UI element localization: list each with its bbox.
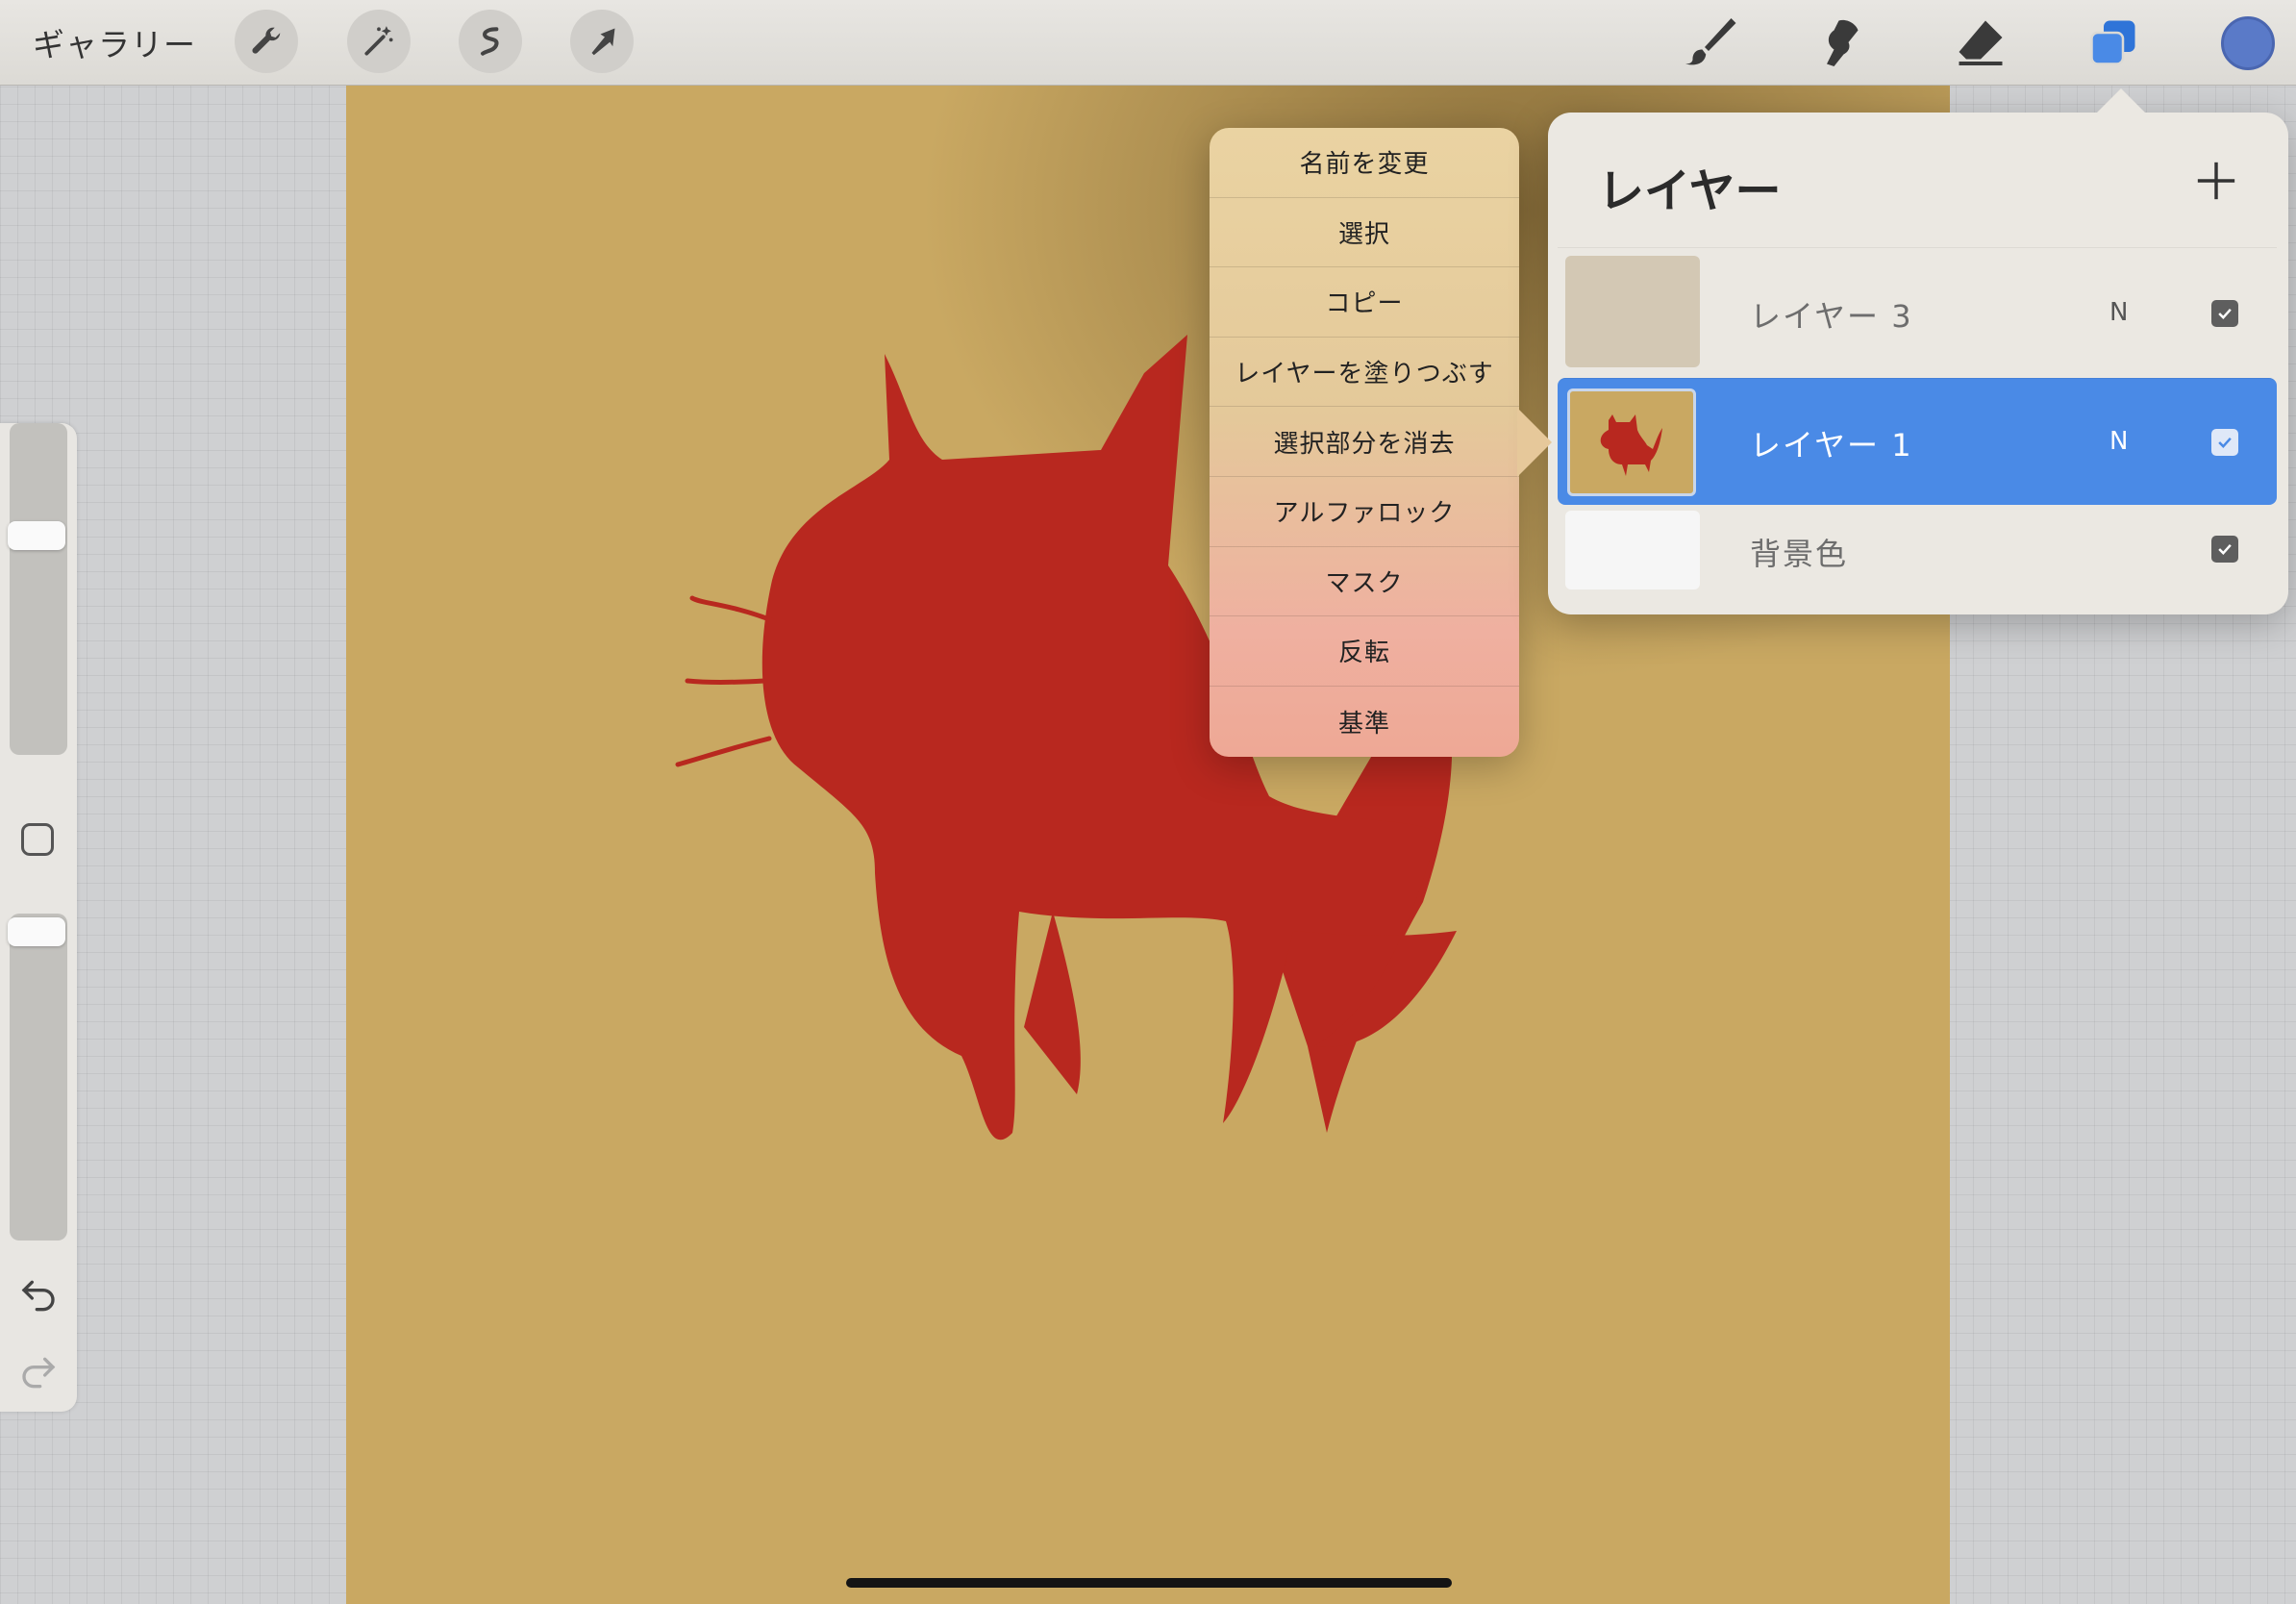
layers-icon xyxy=(2090,20,2135,65)
color-picker[interactable] xyxy=(2221,16,2275,70)
layers-panel-caret xyxy=(2096,88,2146,113)
brush-size-thumb[interactable] xyxy=(8,521,65,550)
layer-thumbnail xyxy=(1565,511,1700,589)
wrench-icon xyxy=(252,27,281,54)
eraser-icon xyxy=(1959,20,2003,65)
context-menu-pointer xyxy=(1517,408,1552,477)
layer-name: レイヤー 1 xyxy=(1750,427,1913,464)
home-indicator xyxy=(846,1578,1452,1588)
layer-visibility-checkbox[interactable] xyxy=(2211,300,2238,327)
layer-visibility-checkbox[interactable] xyxy=(2211,429,2238,456)
left-sidebar xyxy=(0,423,77,1412)
context-menu-item[interactable]: 選択部分を消去 xyxy=(1210,407,1519,477)
checkmark-icon xyxy=(2218,437,2232,448)
magic-wand-icon xyxy=(364,26,393,56)
selection-icon xyxy=(481,27,499,56)
brush-icon xyxy=(1685,18,1736,65)
transform-button[interactable] xyxy=(570,10,634,73)
selection-button[interactable] xyxy=(459,10,522,73)
modify-button[interactable] xyxy=(21,823,54,856)
layer-thumbnail xyxy=(1567,388,1696,496)
context-menu-item[interactable]: 基準 xyxy=(1210,687,1519,757)
context-menu-item[interactable]: コピー xyxy=(1210,267,1519,338)
checkmark-icon xyxy=(2218,308,2232,319)
layer-name: レイヤー 3 xyxy=(1750,298,1913,335)
layers-panel: レイヤー レイヤー 3 N レイヤー 1 N 背景色 xyxy=(1548,113,2288,614)
context-menu-item[interactable]: マスク xyxy=(1210,547,1519,617)
transform-arrow-icon xyxy=(591,28,615,56)
cat-thumbnail xyxy=(1600,414,1662,476)
layer-row-background[interactable]: 背景色 xyxy=(1558,507,2277,611)
gallery-button[interactable]: ギャラリー xyxy=(33,19,196,65)
undo-icon[interactable] xyxy=(19,1274,58,1313)
checkmark-icon xyxy=(2218,543,2232,555)
eraser-tool[interactable] xyxy=(1952,13,2009,71)
blend-mode-button[interactable]: N xyxy=(2109,427,2128,456)
opacity-thumb[interactable] xyxy=(8,917,65,946)
context-menu-item[interactable]: 反転 xyxy=(1210,616,1519,687)
layer-thumbnail xyxy=(1565,256,1700,367)
context-menu-item[interactable]: アルファロック xyxy=(1210,477,1519,547)
layer-context-menu: 名前を変更 選択 コピー レイヤーを塗りつぶす 選択部分を消去 アルファロック マスク 反転基… xyxy=(1210,128,1519,757)
top-toolbar: ギャラリー xyxy=(0,0,2296,86)
layer-row-layer-1[interactable]: レイヤー 1 N xyxy=(1558,378,2277,505)
cat-leg-back xyxy=(1024,912,1081,1094)
layer-row-layer-3[interactable]: レイヤー 3 N xyxy=(1558,247,2277,376)
brush-size-slider[interactable] xyxy=(8,423,67,755)
context-menu-item[interactable]: 名前を変更 xyxy=(1210,128,1519,198)
smudge-icon xyxy=(1827,19,1859,66)
context-menu-item[interactable]: レイヤーを塗りつぶす xyxy=(1210,338,1519,408)
brush-tool[interactable] xyxy=(1681,13,1738,71)
layers-panel-title: レイヤー xyxy=(1598,164,1782,218)
redo-icon[interactable] xyxy=(19,1351,58,1390)
layer-visibility-checkbox[interactable] xyxy=(2211,536,2238,563)
cat-whiskers xyxy=(675,595,777,767)
actions-button[interactable] xyxy=(235,10,298,73)
layers-tool[interactable] xyxy=(2084,13,2142,71)
layer-name: 背景色 xyxy=(1750,536,1849,572)
add-layer-icon[interactable] xyxy=(2194,159,2238,203)
opacity-slider[interactable] xyxy=(8,914,67,1241)
smudge-tool[interactable] xyxy=(1817,13,1875,71)
blend-mode-button[interactable]: N xyxy=(2109,298,2128,327)
context-menu-item[interactable]: 選択 xyxy=(1210,198,1519,268)
adjustments-button[interactable] xyxy=(347,10,411,73)
